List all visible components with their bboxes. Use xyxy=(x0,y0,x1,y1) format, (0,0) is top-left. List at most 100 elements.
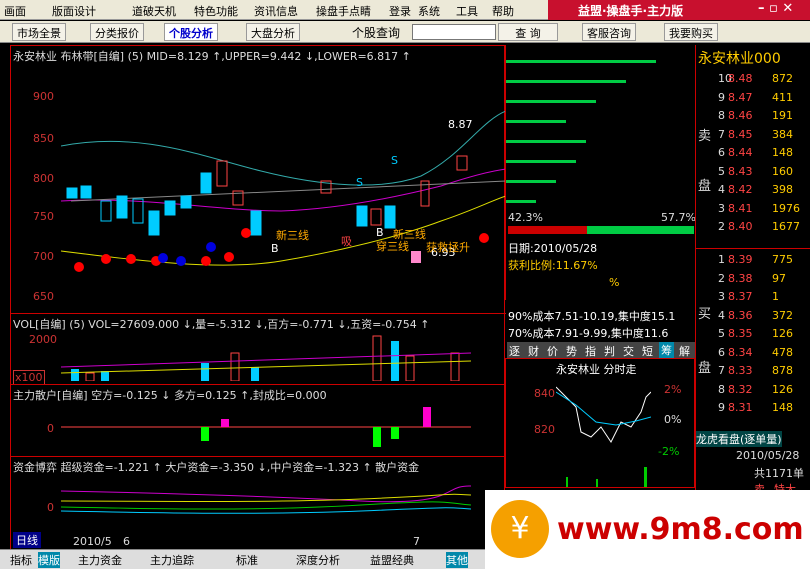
profile-tab[interactable]: 逐 xyxy=(509,343,520,359)
tab-classic[interactable]: 益盟经典 xyxy=(370,552,414,568)
date-label: 2010/5 xyxy=(73,535,112,548)
period-selector[interactable]: 日线 xyxy=(13,532,41,548)
candlestick-chart[interactable] xyxy=(61,61,506,311)
quote-row[interactable]: 7 8.45 384 xyxy=(696,128,810,146)
cost-70: 70%成本7.91-9.99,集中度11.6 xyxy=(508,327,669,340)
quote-volume: 1 xyxy=(772,290,779,303)
quote-price: 8.43 xyxy=(728,164,753,178)
quote-level: 3 xyxy=(718,290,725,303)
dragon-header[interactable]: 龙虎看盘(逐单量) xyxy=(696,431,782,447)
divider xyxy=(696,248,810,249)
annotation-text: 新三线 xyxy=(393,228,426,241)
profile-tab[interactable]: 指 xyxy=(585,343,596,359)
game-y-label: 0 xyxy=(47,501,54,514)
menu-item[interactable]: 登录 xyxy=(389,3,411,19)
search-button[interactable]: 查 询 xyxy=(498,23,558,41)
menu-item[interactable]: 系统 xyxy=(418,3,440,19)
intraday-mini-chart: 永安林业 分时走 840 820 2% 0% -2% xyxy=(505,358,695,488)
quote-volume: 1976 xyxy=(772,201,800,215)
stock-analysis-button[interactable]: 个股分析 xyxy=(164,23,218,41)
menu-item[interactable]: 画面 xyxy=(4,3,26,19)
quote-level: 7 xyxy=(718,127,725,141)
quote-row[interactable]: 2 8.40 1677 xyxy=(696,220,810,238)
quote-row[interactable]: 9 8.31 148 xyxy=(696,401,810,419)
menu-item[interactable]: 工具 xyxy=(456,3,478,19)
menu-item[interactable]: 操盘手点睛 xyxy=(316,3,371,19)
quote-row[interactable]: 3 8.37 1 xyxy=(696,290,810,308)
tab-main-capital[interactable]: 主力资金 xyxy=(78,552,122,568)
search-input[interactable] xyxy=(412,24,496,40)
quote-row[interactable]: 3 8.41 1976 xyxy=(696,202,810,220)
tab-deep-analysis[interactable]: 深度分析 xyxy=(296,552,340,568)
quote-row[interactable]: 5 8.35 126 xyxy=(696,327,810,345)
quote-row[interactable]: 1 8.39 775 xyxy=(696,253,810,271)
mini-title: 永安林业 分时走 xyxy=(556,363,637,376)
quote-row[interactable]: 9 8.47 411 xyxy=(696,91,810,109)
profile-tab[interactable]: 价 xyxy=(547,343,558,359)
quote-row[interactable]: 7 8.33 878 xyxy=(696,364,810,382)
quote-row[interactable]: 6 8.44 148 xyxy=(696,146,810,164)
quote-row[interactable]: 8 8.46 191 xyxy=(696,109,810,127)
annotation-text: 获救拯升 xyxy=(426,241,470,254)
quote-price: 8.36 xyxy=(728,308,753,322)
annotation-text: 新三线 xyxy=(276,229,309,242)
menu-item[interactable]: 版面设计 xyxy=(52,3,96,19)
signal-s: S xyxy=(356,176,363,189)
quote-price: 8.32 xyxy=(728,382,753,396)
quote-volume: 148 xyxy=(772,401,793,414)
quote-row[interactable]: 8 8.32 126 xyxy=(696,383,810,401)
profile-tab-active[interactable]: 筹 xyxy=(659,342,674,358)
tab-main-tracking[interactable]: 主力追踪 xyxy=(150,552,194,568)
chip-profile-panel: 42.3% 57.7% 日期:2010/05/28 获利比例:11.67% % xyxy=(505,45,696,300)
index-analysis-button[interactable]: 大盘分析 xyxy=(246,23,300,41)
profile-tab[interactable]: 判 xyxy=(604,343,615,359)
quote-level: 4 xyxy=(718,183,725,196)
profile-tab[interactable]: 解 xyxy=(679,343,690,359)
quote-row[interactable]: 4 8.36 372 xyxy=(696,309,810,327)
menu-bar: 画面 版面设计 道破天机 特色功能 资讯信息 操盘手点睛 登录 系统 工具 帮助… xyxy=(0,0,810,20)
quote-price: 8.41 xyxy=(728,201,753,215)
menu-item[interactable]: 特色功能 xyxy=(194,3,238,19)
tab-other[interactable]: 其他 xyxy=(446,552,468,568)
y-axis-label: 650 xyxy=(33,290,54,303)
buy-button[interactable]: 我要购买 xyxy=(664,23,718,41)
customer-service-button[interactable]: 客服咨询 xyxy=(582,23,636,41)
quote-level: 8 xyxy=(718,382,725,396)
divider xyxy=(11,456,506,457)
annotation-text: 吸 xyxy=(341,235,352,248)
menu-item[interactable]: 资讯信息 xyxy=(254,3,298,19)
volume-bars xyxy=(61,335,471,381)
quote-row[interactable]: 6 8.34 478 xyxy=(696,346,810,364)
quote-panel: 永安林业000 卖 盘 买 盘 10 8.48 872 9 8.47 411 8 8.46 19… xyxy=(695,45,810,496)
quote-level: 7 xyxy=(718,364,725,377)
window-controls[interactable]: – ▫ ✕ xyxy=(758,1,793,16)
quote-volume: 775 xyxy=(772,253,793,266)
profile-tab[interactable]: 势 xyxy=(566,343,577,359)
tab-standard[interactable]: 标准 xyxy=(236,552,258,568)
category-quote-button[interactable]: 分类报价 xyxy=(90,23,144,41)
menu-item[interactable]: 道破天机 xyxy=(132,3,176,19)
quote-volume: 1677 xyxy=(772,220,800,233)
profile-date: 日期:2010/05/28 xyxy=(508,242,598,255)
tab-indicator[interactable]: 指标 xyxy=(10,552,32,568)
volume-title: VOL[自编] (5) VOL=27609.000 ↓,量=-5.312 ↓,百… xyxy=(13,318,430,331)
watermark-panel: ¥ www.9m8.com xyxy=(485,490,810,569)
profile-tab[interactable]: 财 xyxy=(528,343,539,359)
quote-level: 5 xyxy=(718,327,725,340)
toolbar: 市场全景 分类报价 个股分析 大盘分析 个股查询 查 询 客服咨询 我要购买 xyxy=(0,21,810,43)
quote-row[interactable]: 2 8.38 97 xyxy=(696,272,810,290)
quote-row[interactable]: 5 8.43 160 xyxy=(696,165,810,183)
game-lines xyxy=(61,485,471,514)
signal-s: S xyxy=(391,154,398,167)
tab-template[interactable]: 模版 xyxy=(38,552,60,568)
quote-row[interactable]: 4 8.42 398 xyxy=(696,183,810,201)
quote-row[interactable]: 10 8.48 872 xyxy=(696,72,810,90)
mini-pct-label: -2% xyxy=(658,445,680,458)
menu-item[interactable]: 帮助 xyxy=(492,3,514,19)
profile-tab[interactable]: 交 xyxy=(623,343,634,359)
divider xyxy=(11,313,506,314)
market-overview-button[interactable]: 市场全景 xyxy=(12,23,66,41)
quote-level: 3 xyxy=(718,201,725,215)
profile-tab[interactable]: 短 xyxy=(642,343,653,359)
quote-price: 8.47 xyxy=(728,90,753,104)
